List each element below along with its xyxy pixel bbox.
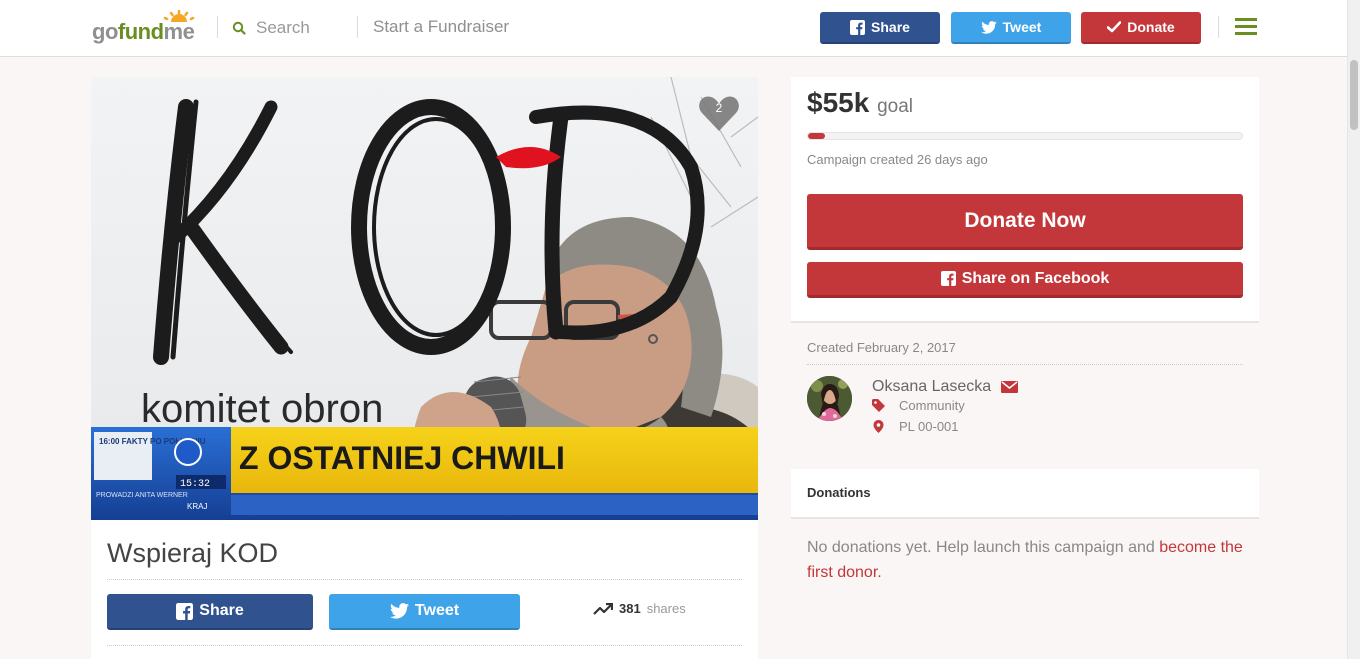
- tv-sub-text: PROWADZI ANITA WERNER: [96, 492, 188, 499]
- campaign-card: komitet obron Z OSTATNIEJ CHWILI 16:00 F…: [91, 77, 758, 659]
- favorite-heart-icon[interactable]: 2: [697, 93, 741, 133]
- campaign-photo: komitet obron Z OSTATNIEJ CHWILI 16:00 F…: [91, 77, 758, 520]
- gofundme-logo[interactable]: gofundme: [92, 10, 202, 44]
- organizer-name[interactable]: Oksana Lasecka: [872, 378, 1019, 396]
- sunrise-icon: [163, 10, 195, 22]
- facebook-icon: [176, 602, 194, 620]
- divider: [217, 16, 218, 38]
- goal-progress-bar: [807, 132, 1243, 140]
- page-scrollbar[interactable]: [1347, 0, 1360, 659]
- organizer-location: PL 00-001: [872, 419, 959, 434]
- share-button[interactable]: Share: [107, 594, 313, 630]
- divider: [107, 645, 742, 646]
- top-header: gofundme Search Start a Fundraiser Share: [0, 0, 1347, 57]
- checkmark-icon: [1107, 21, 1122, 33]
- campaign-created-ago: Campaign created 26 days ago: [807, 152, 988, 167]
- trending-up-icon: [593, 602, 613, 615]
- hamburger-menu-icon[interactable]: [1235, 18, 1257, 36]
- search-label: Search: [256, 18, 310, 37]
- donate-now-button[interactable]: Donate Now: [807, 194, 1243, 250]
- header-tweet-button[interactable]: Tweet: [951, 12, 1071, 44]
- divider: [357, 16, 358, 38]
- avatar[interactable]: [807, 376, 852, 421]
- goal-amount: $55k goal: [807, 87, 913, 118]
- donations-title: Donations: [807, 485, 871, 500]
- tv-clock: 15:32: [180, 479, 210, 490]
- header-donate-button[interactable]: Donate: [1081, 12, 1201, 44]
- campaign-image[interactable]: komitet obron Z OSTATNIEJ CHWILI 16:00 F…: [91, 77, 758, 520]
- donations-card: Donations: [791, 469, 1259, 519]
- header-share-button[interactable]: Share: [820, 12, 940, 44]
- goal-card: $55k goal Campaign created 26 days ago D…: [791, 77, 1259, 323]
- image-banner: Z OSTATNIEJ CHWILI: [239, 440, 565, 476]
- divider: [1218, 16, 1219, 38]
- image-subtitle: komitet obron: [141, 387, 383, 431]
- tag-icon: [872, 399, 885, 412]
- search-box[interactable]: Search: [232, 17, 310, 39]
- created-date: Created February 2, 2017: [807, 340, 956, 355]
- start-fundraiser-link[interactable]: Start a Fundraiser: [373, 17, 509, 37]
- divider: [807, 364, 1243, 365]
- map-pin-icon: [873, 420, 884, 433]
- divider: [107, 579, 742, 580]
- share-on-facebook-button[interactable]: Share on Facebook: [807, 262, 1243, 298]
- facebook-icon: [940, 271, 956, 286]
- twitter-icon: [980, 20, 997, 34]
- favorite-count: 2: [715, 101, 723, 115]
- search-icon: [232, 21, 246, 35]
- organizer-category: Community: [872, 398, 965, 413]
- envelope-icon[interactable]: [1001, 381, 1019, 393]
- scrollbar-thumb[interactable]: [1350, 60, 1358, 130]
- twitter-icon: [389, 603, 409, 619]
- no-donations-message: No donations yet. Help launch this campa…: [807, 539, 1243, 581]
- shares-count: 381 shares: [593, 601, 686, 616]
- tv-tag: KRAJ: [187, 502, 207, 511]
- progress-fill: [808, 133, 826, 139]
- campaign-title: Wspieraj KOD: [107, 538, 279, 568]
- facebook-icon: [850, 19, 866, 35]
- tweet-button[interactable]: Tweet: [329, 594, 520, 630]
